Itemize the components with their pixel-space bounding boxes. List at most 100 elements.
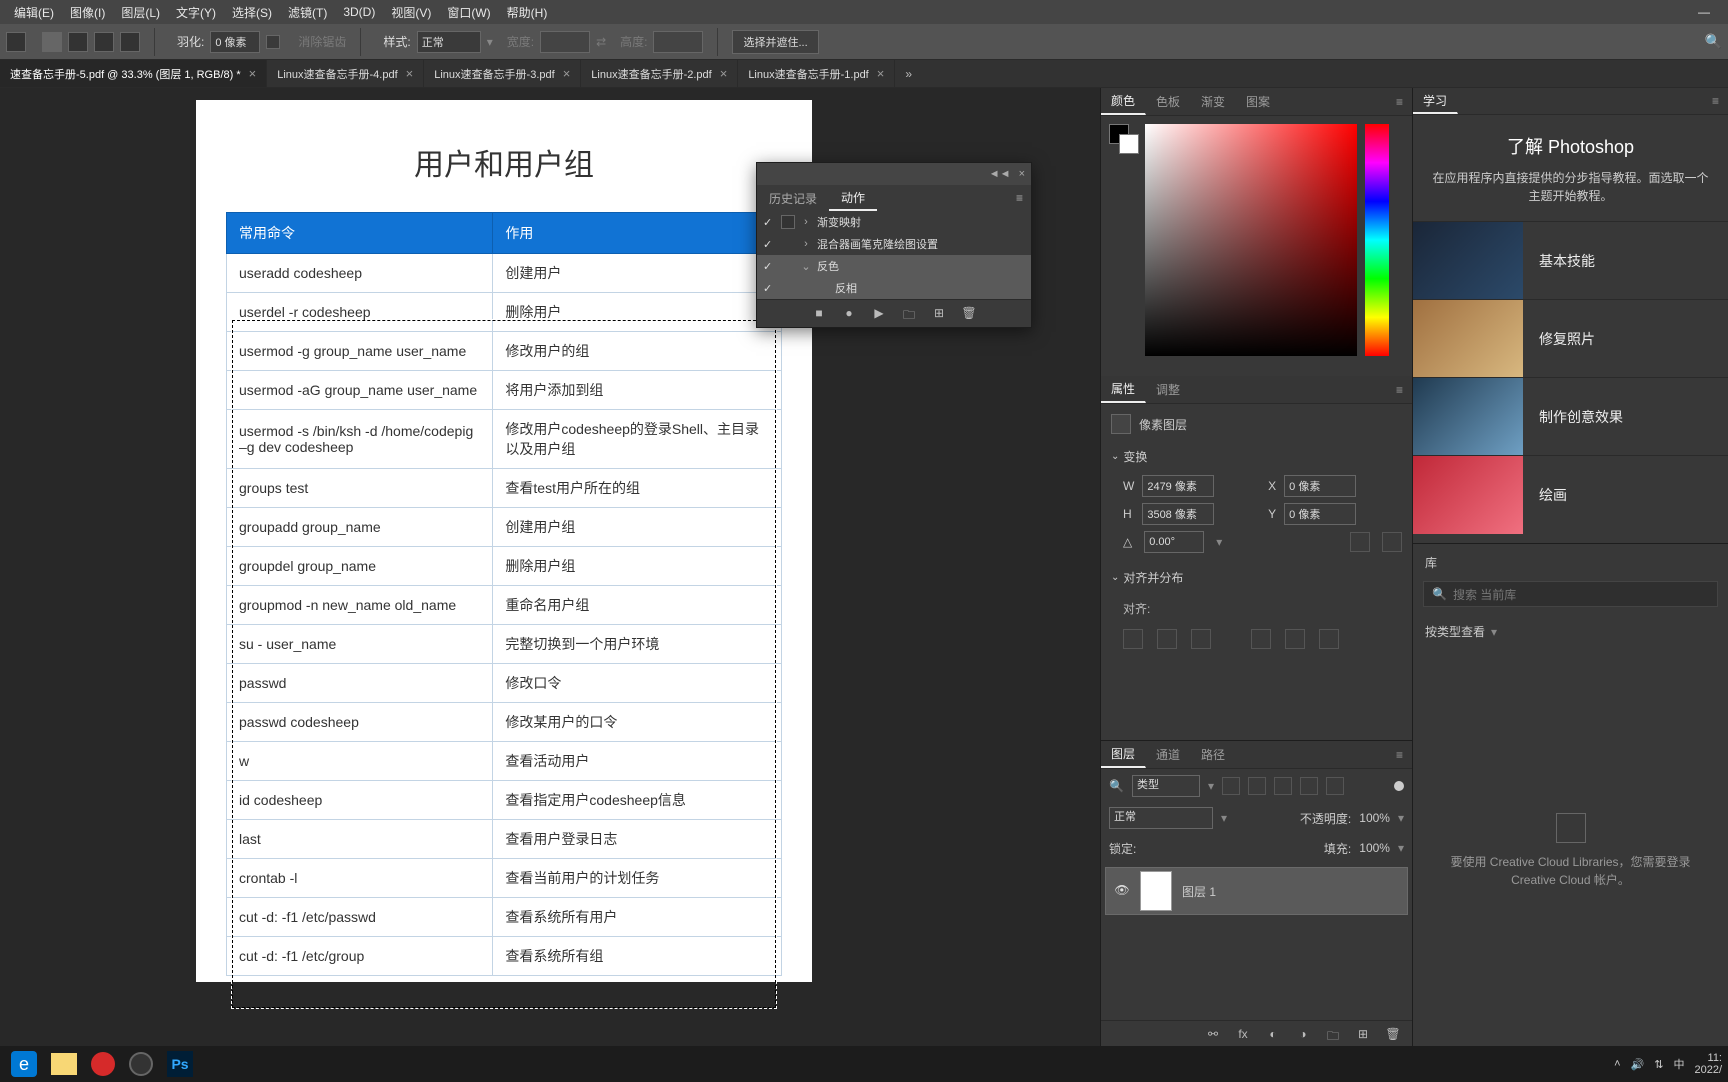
menu-select[interactable]: 选择(S) [224,4,280,21]
menu-layer[interactable]: 图层(L) [113,4,168,21]
minimize-button[interactable]: — [1690,5,1722,19]
tray-ime[interactable]: 中 [1673,1056,1684,1072]
patterns-tab[interactable]: 图案 [1236,88,1281,115]
flip-v-icon[interactable] [1382,532,1402,552]
filter-kind-select[interactable]: 类型 [1132,775,1200,797]
tray-volume-icon[interactable]: 🔊 [1631,1058,1645,1071]
learn-tab[interactable]: 学习 [1413,88,1458,114]
tray-date[interactable]: 2022/ [1694,1064,1722,1076]
x-input[interactable] [1284,475,1356,497]
doc-tab-3[interactable]: Linux速查备忘手册-3.pdf× [424,60,581,87]
close-icon[interactable]: × [406,66,414,81]
new-layer-icon[interactable]: ⊞ [1354,1027,1372,1045]
close-icon[interactable]: × [877,66,885,81]
fx-icon[interactable]: fx [1234,1027,1252,1045]
learn-item-paint[interactable]: 绘画 [1413,455,1728,533]
y-input[interactable] [1284,503,1356,525]
close-icon[interactable]: × [563,66,571,81]
mask-icon[interactable]: ◐ [1264,1027,1282,1045]
transform-section[interactable]: 变换 [1123,448,1147,465]
tool-preset-icon[interactable] [6,32,26,52]
close-icon[interactable]: × [249,66,257,81]
tray-up-icon[interactable]: ˄ [1614,1058,1620,1070]
play-icon[interactable]: ▶ [871,306,887,322]
filter-adjust-icon[interactable] [1248,777,1266,795]
filter-smart-icon[interactable] [1326,777,1344,795]
select-and-mask-button[interactable]: 选择并遮住... [732,30,818,54]
intersect-selection-icon[interactable] [120,32,140,52]
width-input[interactable] [1142,475,1214,497]
history-tab[interactable]: 历史记录 [757,185,829,211]
blend-mode-select[interactable]: 正常 [1109,807,1213,829]
align-bottom-icon[interactable] [1319,629,1339,649]
filter-pixel-icon[interactable] [1222,777,1240,795]
collapse-icon[interactable]: ◄◄ [989,168,1011,180]
angle-input[interactable] [1144,531,1204,553]
add-selection-icon[interactable] [68,32,88,52]
align-section[interactable]: 对齐并分布 [1123,569,1183,586]
actions-tab[interactable]: 动作 [829,185,877,211]
panel-menu-icon[interactable]: ≡ [1388,376,1412,403]
layer-name[interactable]: 图层 1 [1182,883,1216,900]
visibility-icon[interactable]: 👁 [1114,883,1130,899]
doc-tab-2[interactable]: Linux速查备忘手册-4.pdf× [267,60,424,87]
doc-tab-4[interactable]: Linux速查备忘手册-2.pdf× [581,60,738,87]
menu-window[interactable]: 窗口(W) [439,4,498,21]
taskbar-edge-icon[interactable]: e [11,1051,37,1077]
adjustments-tab[interactable]: 调整 [1146,376,1191,403]
paths-tab[interactable]: 路径 [1191,741,1236,768]
hue-slider[interactable] [1365,124,1389,356]
align-left-icon[interactable] [1123,629,1143,649]
menu-view[interactable]: 视图(V) [383,4,439,21]
feather-input[interactable] [210,31,260,53]
action-item[interactable]: 反色 [817,258,839,274]
taskbar-explorer-icon[interactable] [51,1053,77,1075]
library-filter-select[interactable]: 按类型查看▾ [1413,611,1728,652]
swatches-tab[interactable]: 色板 [1146,88,1191,115]
stop-icon[interactable]: ■ [811,306,827,322]
more-tabs-icon[interactable]: » [895,60,922,87]
new-icon[interactable]: ⊞ [931,306,947,322]
height-input[interactable] [1142,503,1214,525]
search-icon[interactable]: 🔍 [1705,33,1722,50]
trash-icon[interactable]: 🗑 [1384,1027,1402,1045]
menu-3d[interactable]: 3D(D) [335,5,383,19]
action-item[interactable]: 混合器画笔克隆绘图设置 [817,236,938,252]
action-step[interactable]: 反相 [817,280,857,296]
library-search-input[interactable]: 🔍搜索 当前库 [1423,581,1718,607]
tray-wifi-icon[interactable]: ⇅ [1654,1058,1663,1071]
libraries-tab[interactable]: 库 [1413,543,1728,577]
align-top-icon[interactable] [1251,629,1271,649]
align-hcenter-icon[interactable] [1157,629,1177,649]
taskbar-photoshop-icon[interactable]: Ps [167,1051,193,1077]
taskbar-app-icon[interactable] [91,1052,115,1076]
panel-menu-icon[interactable]: ≡ [1008,185,1031,211]
search-icon[interactable]: 🔍 [1109,779,1124,793]
panel-menu-icon[interactable]: ≡ [1388,741,1412,768]
opacity-value[interactable]: 100% [1359,811,1390,825]
menu-edit[interactable]: 编辑(E) [6,4,62,21]
link-icon[interactable]: ⚯ [1204,1027,1222,1045]
menu-help[interactable]: 帮助(H) [499,4,556,21]
new-selection-icon[interactable] [42,32,62,52]
close-icon[interactable]: × [720,66,728,81]
layer-item[interactable]: 👁 图层 1 [1105,867,1408,915]
filter-shape-icon[interactable] [1300,777,1318,795]
taskbar-obs-icon[interactable] [129,1052,153,1076]
fg-bg-swatch[interactable] [1109,124,1137,152]
tray-time[interactable]: 11: [1694,1052,1722,1064]
panel-menu-icon[interactable]: ≡ [1704,88,1728,114]
layers-tab[interactable]: 图层 [1101,741,1146,768]
learn-item-creative[interactable]: 制作创意效果 [1413,377,1728,455]
color-tab[interactable]: 颜色 [1101,88,1146,115]
gradients-tab[interactable]: 渐变 [1191,88,1236,115]
align-vcenter-icon[interactable] [1285,629,1305,649]
system-tray[interactable]: ˄ 🔊 ⇅ 中 11: 2022/ [1614,1052,1722,1076]
action-item[interactable]: 渐变映射 [817,214,861,230]
doc-tab-1[interactable]: 速查备忘手册-5.pdf @ 33.3% (图层 1, RGB/8) *× [0,60,267,87]
record-icon[interactable]: ● [841,306,857,322]
subtract-selection-icon[interactable] [94,32,114,52]
folder-icon[interactable]: 🗀 [901,306,917,322]
properties-tab[interactable]: 属性 [1101,376,1146,403]
learn-item-retouch[interactable]: 修复照片 [1413,299,1728,377]
